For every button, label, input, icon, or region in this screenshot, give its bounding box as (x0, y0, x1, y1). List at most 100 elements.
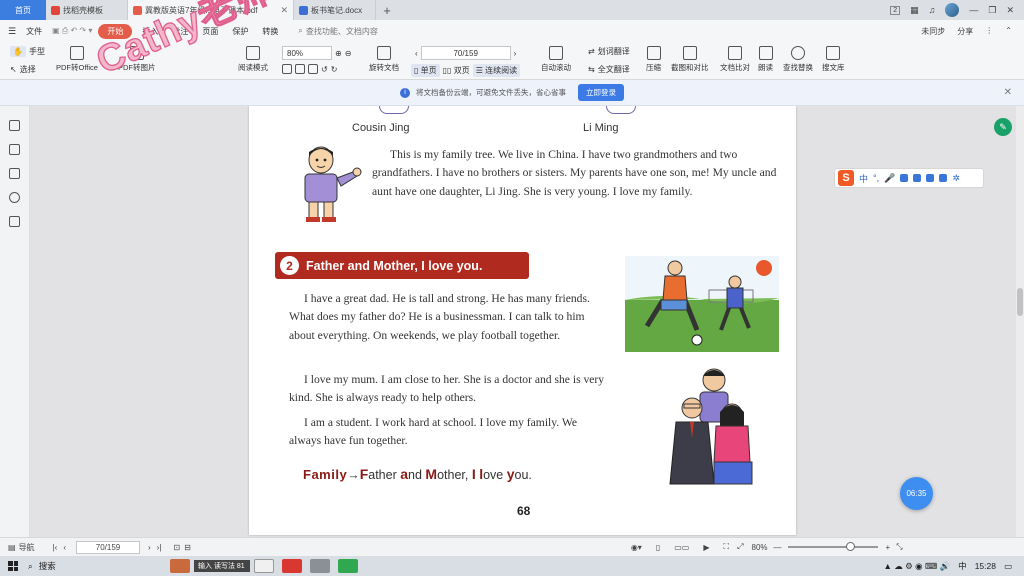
zoom-minus-icon[interactable]: — (774, 543, 782, 552)
user-avatar[interactable] (945, 3, 960, 17)
search-library-button[interactable]: 搜文库 (822, 46, 845, 73)
zoom-slider-knob[interactable] (845, 542, 855, 551)
system-clock[interactable]: 15:28 (975, 561, 996, 571)
translate-word-button[interactable]: ⇄ 划词翻译 (588, 46, 630, 57)
eye-protection-icon[interactable]: ◉▾ (631, 543, 642, 552)
fit-icon[interactable]: ⛶ (724, 542, 730, 552)
select-tool[interactable]: ↖ 选择 (10, 64, 36, 75)
sogou-logo-icon[interactable]: S (838, 170, 854, 186)
zoom-out-icon[interactable]: ⊖ (345, 49, 352, 58)
grid-menu-icon[interactable] (939, 174, 948, 182)
recording-timer[interactable]: 06:35 (900, 477, 933, 510)
translate-full-button[interactable]: ⇆ 全文翻译 (588, 64, 630, 75)
rotate-left-icon[interactable]: ↺ (321, 65, 328, 74)
rotate-document-button[interactable]: 旋转文档 (369, 46, 399, 73)
input-language[interactable]: 中 (958, 560, 967, 572)
menu-annotate[interactable]: 批注 (168, 24, 192, 39)
thumbnail-icon[interactable] (9, 144, 20, 155)
next-page-icon[interactable]: › (514, 49, 517, 58)
next-page-button[interactable]: › (148, 543, 151, 552)
login-button[interactable]: 立即登录 (578, 84, 624, 101)
zoom-in-icon[interactable]: ⊕ (335, 49, 342, 58)
comment-icon[interactable] (9, 168, 20, 179)
double-view-icon[interactable]: ▭▭ (674, 543, 689, 552)
bookmark-icon[interactable] (9, 120, 20, 131)
fit-width-status-icon[interactable]: ⤡ (896, 542, 902, 552)
wechat-app-icon[interactable] (338, 559, 358, 573)
shrink-icon[interactable]: ⊟ (184, 543, 191, 552)
status-page-field[interactable]: 70/159 (75, 540, 140, 554)
bell-icon[interactable]: ♫ (929, 5, 936, 15)
status-zoom[interactable]: 80% (752, 543, 768, 552)
collapse-icon[interactable]: ⌃ (1005, 26, 1012, 37)
keyboard-icon[interactable] (900, 174, 909, 182)
taskbar-ime-hint[interactable]: 输入 读写法 81 (194, 560, 250, 572)
maximize-button[interactable]: ❐ (988, 5, 996, 16)
close-window-button[interactable]: ✕ (1006, 5, 1014, 16)
more-icon[interactable]: ⋮ (985, 26, 993, 37)
notification-icon[interactable]: ▭ (1004, 561, 1012, 572)
pdf-to-image-button[interactable]: PDF转图片 (118, 46, 156, 73)
attachment-icon[interactable] (9, 192, 20, 203)
double-page-button[interactable]: ▯▯ 双页 (443, 65, 470, 76)
minimize-button[interactable]: — (969, 5, 978, 15)
first-page-icon[interactable]: |‹ (53, 543, 58, 552)
fit-width-icon[interactable] (295, 64, 305, 74)
compress-button[interactable]: 压缩 (646, 46, 661, 73)
signature-icon[interactable] (9, 216, 20, 227)
crop-icon[interactable] (308, 64, 318, 74)
close-notice-icon[interactable]: ✕ (1004, 87, 1012, 98)
taskbar-file-icon[interactable] (254, 559, 274, 573)
vertical-scrollbar[interactable] (1016, 106, 1024, 537)
screenshot-compare-button[interactable]: 截图和对比 (671, 46, 709, 73)
single-page-button[interactable]: ▯ 单页 (411, 64, 440, 77)
zoom-slider[interactable] (787, 542, 878, 551)
toolbox-icon[interactable] (926, 174, 935, 182)
menu-insert[interactable]: 插入 (138, 24, 162, 39)
document-compare-button[interactable]: 文档比对 (720, 46, 750, 73)
menu-home[interactable]: 开始 (98, 23, 133, 39)
zoom-select[interactable]: 80% (282, 46, 332, 60)
menu-protect[interactable]: 保护 (228, 24, 252, 39)
punctuation-icon[interactable]: °, (873, 173, 879, 183)
tray-icons[interactable]: ▲ ☁ ⚙ ◉ ⌨ 🔊 (884, 561, 951, 572)
menu-icon[interactable]: ☰ (8, 26, 16, 37)
page-number-field[interactable]: 70/159 (420, 46, 511, 60)
tab-pdf-document[interactable]: 冀教版英语7年级...电子课本.pdf ✕ (128, 0, 294, 20)
skin-icon[interactable] (913, 174, 922, 182)
continuous-read-button[interactable]: ☰ 连续阅读 (472, 64, 521, 77)
settings-icon[interactable]: ✲ (952, 173, 960, 184)
new-tab-button[interactable]: + (376, 0, 398, 20)
scrollbar-thumb[interactable] (1017, 288, 1023, 316)
auto-scroll-button[interactable]: 自动滚动 (541, 46, 571, 73)
menu-page[interactable]: 页面 (198, 24, 222, 39)
assistant-icon[interactable]: ✎ (994, 118, 1012, 136)
ime-mode[interactable]: 中 (859, 172, 868, 185)
read-mode-button[interactable]: 阅读模式 (238, 46, 268, 73)
tab-template[interactable]: 找稻壳模板 (46, 0, 128, 20)
pdf-to-office-button[interactable]: PDF转Office (56, 46, 98, 73)
quick-access-icons[interactable]: ▣ ⎙ ↶ ↷ ▾ (52, 26, 92, 36)
menu-file[interactable]: 文件 (22, 24, 46, 39)
menu-convert[interactable]: 转换 (258, 24, 282, 39)
taskbar-search[interactable]: ⌕ 搜索 (28, 560, 166, 572)
microphone-icon[interactable]: 🎤 (884, 173, 895, 184)
prev-page-icon[interactable]: ‹ (415, 49, 418, 58)
window-count-badge[interactable]: 2 (890, 5, 901, 15)
taskbar-app-icon[interactable] (310, 559, 330, 573)
expand-icon[interactable]: ⊡ (173, 543, 180, 552)
play-icon[interactable]: ▶ (703, 543, 709, 552)
read-aloud-button[interactable]: 朗读 (758, 46, 773, 73)
wps-app-icon[interactable] (282, 559, 302, 573)
rotate-right-icon[interactable]: ↻ (331, 65, 338, 74)
windows-start-icon[interactable] (8, 561, 18, 571)
hand-tool[interactable]: ✋ 手型 (10, 46, 45, 57)
zoom-plus-icon[interactable]: + (886, 543, 891, 552)
fit-page-icon[interactable] (282, 64, 292, 74)
grid-icon[interactable]: ▦ (910, 5, 919, 16)
sync-status[interactable]: 未同步 (921, 26, 945, 37)
close-tab-icon[interactable]: ✕ (280, 5, 288, 16)
tab-docx-document[interactable]: 板书笔记.docx (294, 0, 376, 20)
prev-page-button[interactable]: ‹ (63, 543, 66, 552)
fullscreen-icon[interactable]: ⤢ (737, 542, 743, 552)
